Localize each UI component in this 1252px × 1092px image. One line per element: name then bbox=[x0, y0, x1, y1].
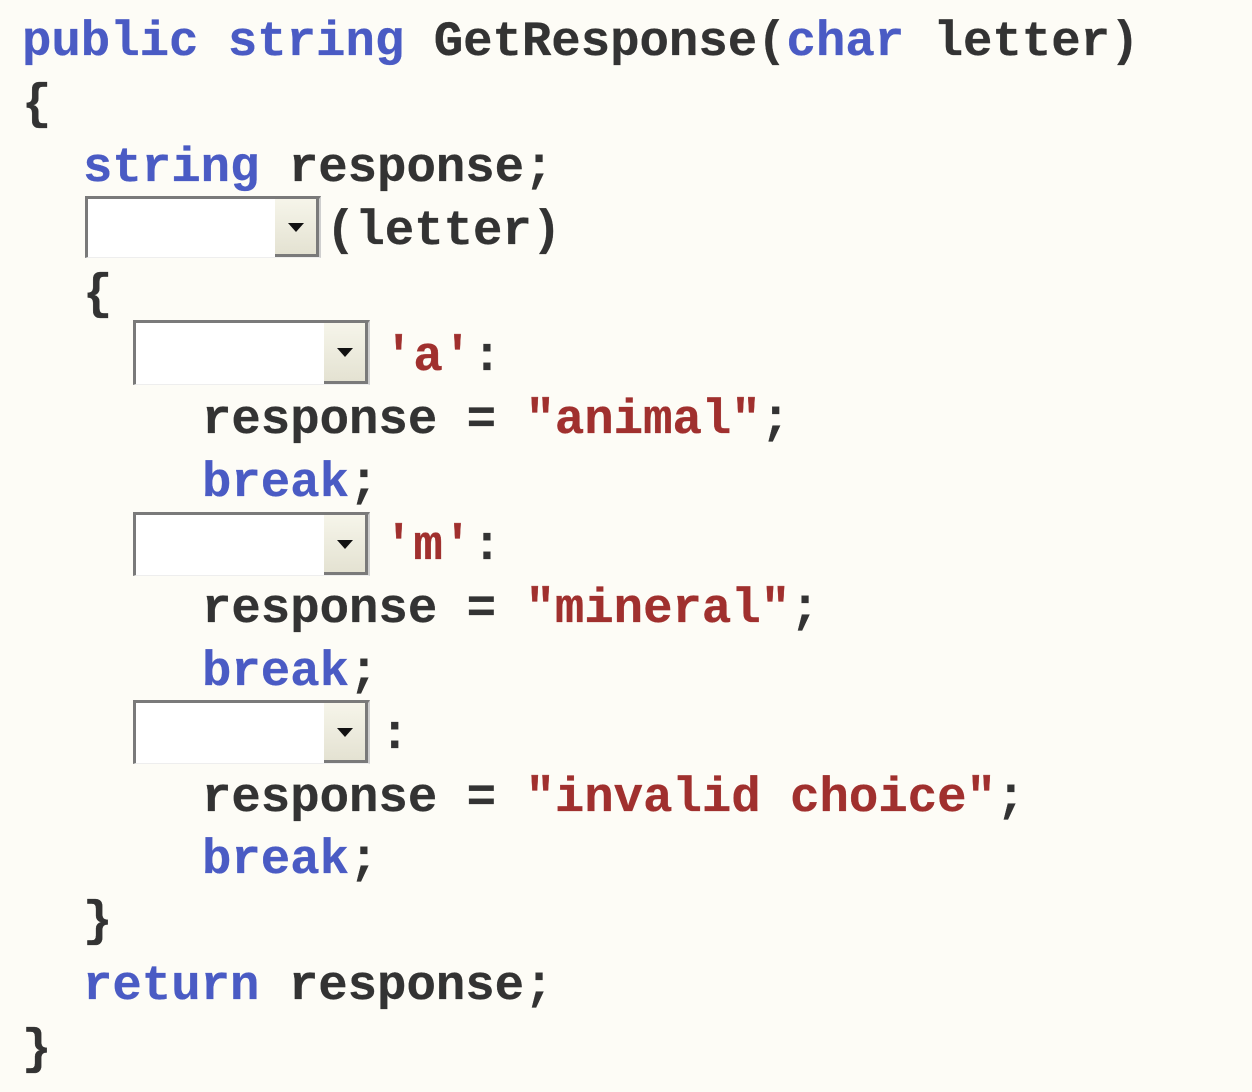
assign-lhs: response = bbox=[202, 581, 526, 637]
keyword-string: string bbox=[227, 14, 405, 70]
chevron-down-icon[interactable] bbox=[324, 323, 368, 384]
assign-lhs: response = bbox=[202, 770, 526, 826]
keyword-return: return bbox=[83, 958, 260, 1014]
semicolon: ; bbox=[760, 392, 791, 448]
string-literal: "animal" bbox=[525, 392, 761, 448]
char-literal-m: 'm' bbox=[384, 518, 473, 574]
default-colon: : bbox=[380, 707, 410, 763]
semicolon: ; bbox=[790, 581, 820, 637]
chevron-down-icon[interactable] bbox=[324, 515, 368, 575]
break-statement: break; bbox=[202, 830, 379, 890]
assign-mineral: response = "mineral"; bbox=[202, 579, 820, 639]
open-brace: { bbox=[22, 77, 52, 133]
method-name: GetResponse( bbox=[433, 14, 787, 70]
keyword-break: break bbox=[202, 455, 350, 511]
case-a-keyword-dropdown[interactable] bbox=[133, 320, 370, 385]
chevron-down-icon[interactable] bbox=[324, 703, 368, 763]
keyword-char: char bbox=[786, 14, 905, 70]
inner-close-brace: } bbox=[83, 894, 113, 950]
keyword-public: public bbox=[22, 14, 199, 70]
break-statement: break; bbox=[202, 453, 379, 513]
semicolon: ; bbox=[349, 644, 379, 700]
param-name: letter) bbox=[904, 14, 1140, 70]
declaration-line: string response; bbox=[83, 138, 554, 198]
close-brace: } bbox=[22, 1022, 52, 1078]
assign-lhs: response = bbox=[202, 392, 526, 448]
case-m-label: 'm': bbox=[384, 516, 502, 576]
return-rest: response; bbox=[259, 958, 554, 1014]
case-a-label: 'a': bbox=[384, 327, 502, 387]
char-literal-a: 'a' bbox=[384, 329, 473, 385]
switch-argument: (letter) bbox=[326, 203, 562, 259]
semicolon: ; bbox=[349, 832, 379, 888]
break-statement: break; bbox=[202, 642, 379, 702]
assign-animal: response = "animal"; bbox=[202, 390, 790, 450]
string-literal: "mineral" bbox=[525, 581, 791, 637]
inner-open-brace: { bbox=[83, 267, 113, 323]
string-literal: "invalid choice" bbox=[525, 770, 996, 826]
case-m-keyword-dropdown[interactable] bbox=[133, 512, 370, 576]
return-statement: return response; bbox=[83, 956, 554, 1016]
colon: : bbox=[472, 329, 502, 385]
default-keyword-dropdown[interactable] bbox=[133, 700, 370, 764]
colon: : bbox=[472, 518, 502, 574]
chevron-down-icon[interactable] bbox=[275, 199, 319, 257]
semicolon: ; bbox=[349, 455, 379, 511]
method-signature: public string GetResponse(char letter) bbox=[22, 12, 1140, 72]
keyword-break: break bbox=[202, 832, 350, 888]
assign-invalid-choice: response = "invalid choice"; bbox=[202, 768, 1026, 828]
switch-keyword-dropdown[interactable] bbox=[85, 196, 321, 258]
semicolon: ; bbox=[995, 770, 1026, 826]
declaration-rest: response; bbox=[259, 140, 554, 196]
keyword-break: break bbox=[202, 644, 350, 700]
keyword-string: string bbox=[83, 140, 260, 196]
